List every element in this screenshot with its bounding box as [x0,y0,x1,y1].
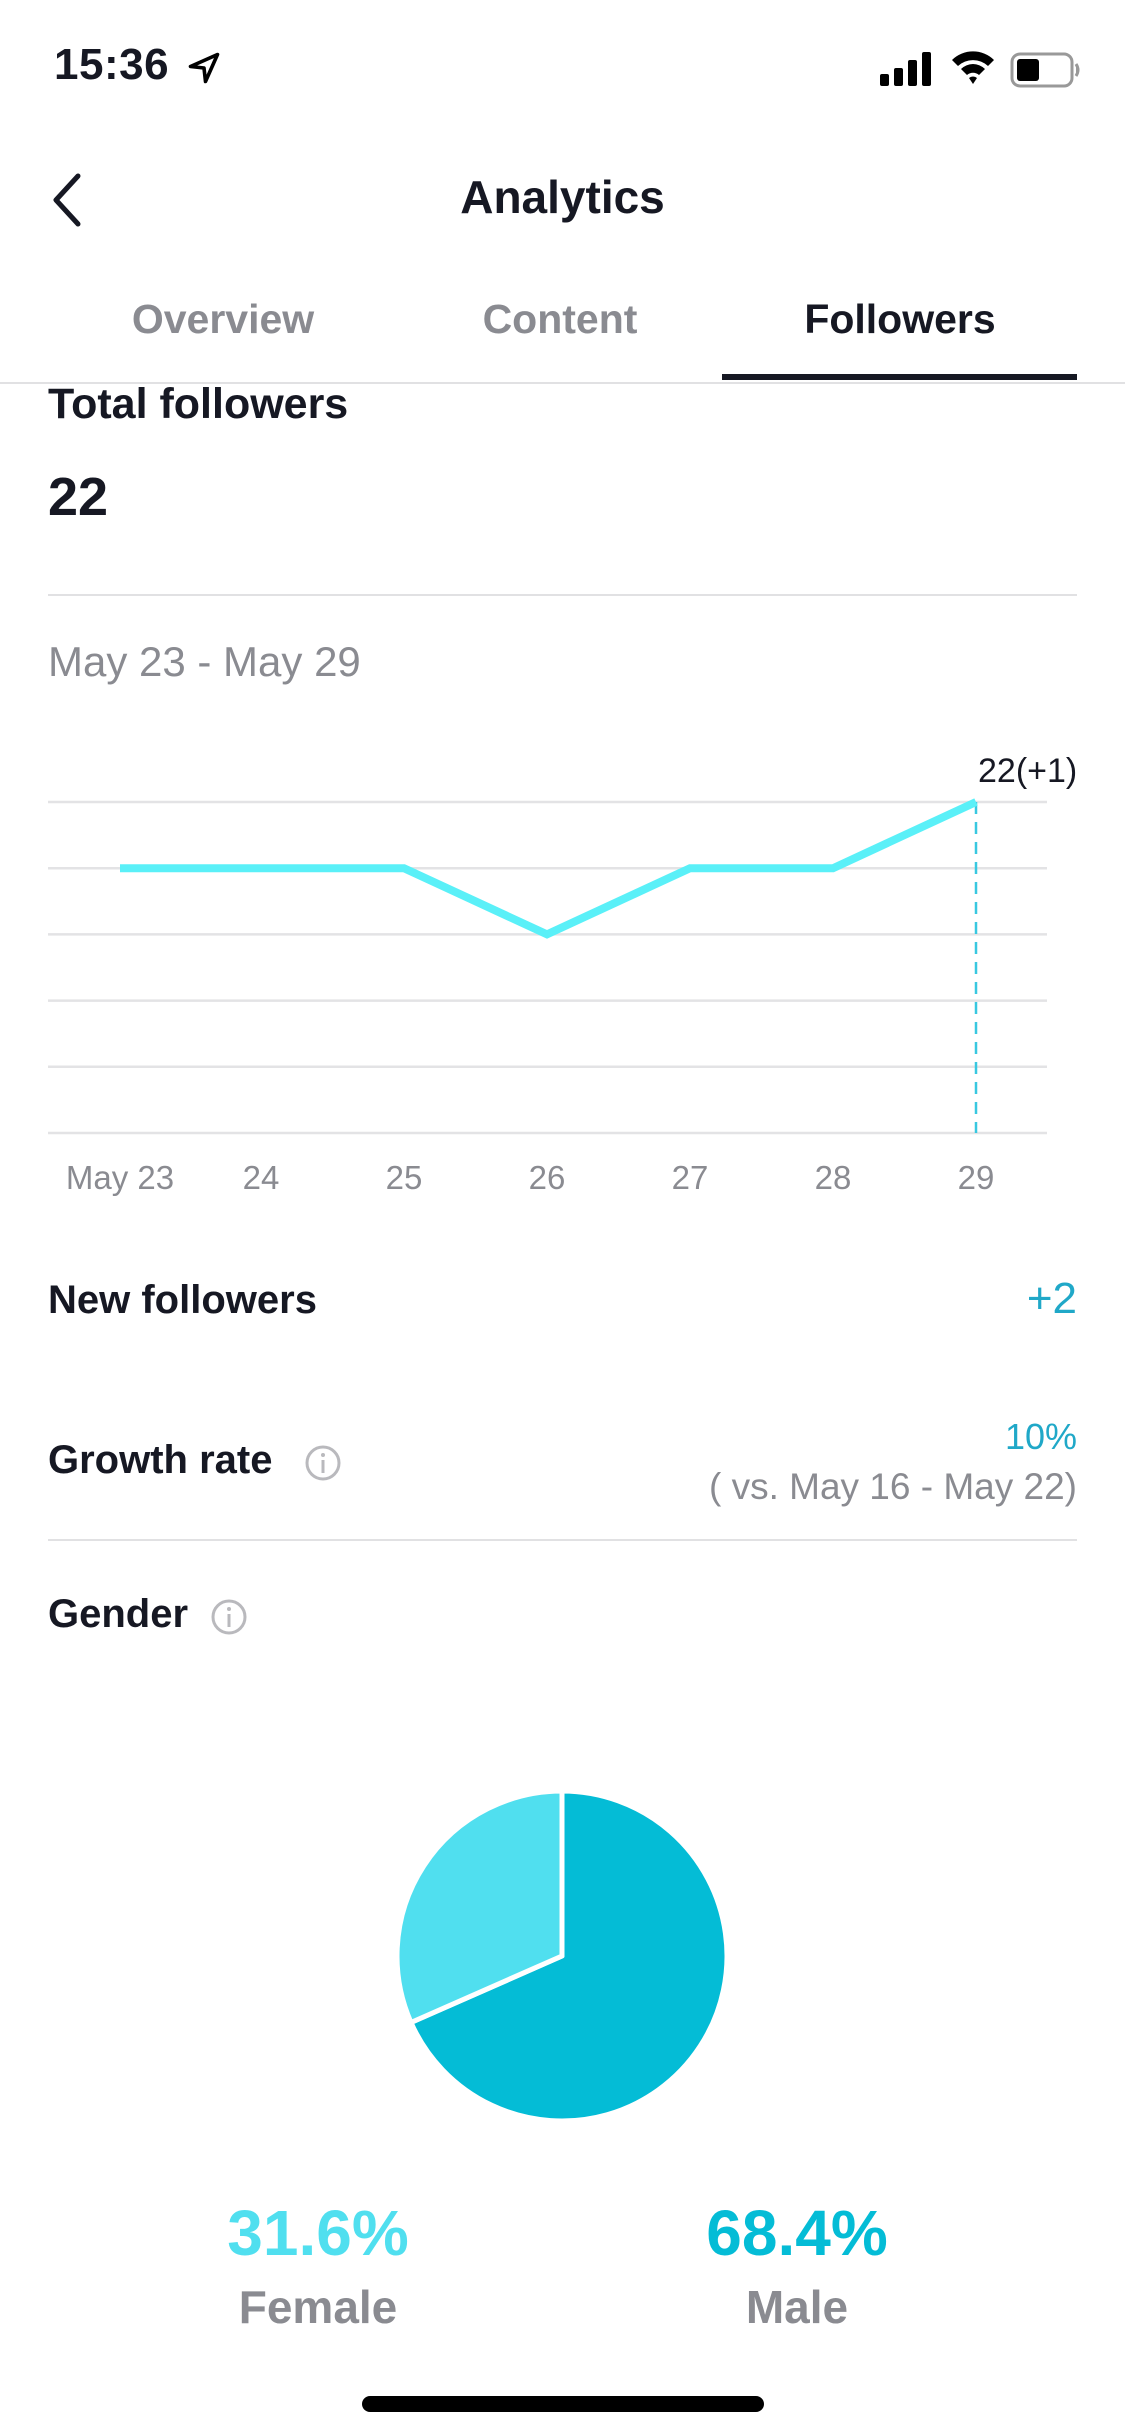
status-time: 15:36 [54,40,170,89]
section-divider [48,594,1077,596]
followers-line-chart: 22(+1) May 23 24 25 26 27 28 29 [48,752,1077,1196]
active-tab-indicator [722,374,1077,380]
gender-label: Gender [48,1592,189,1636]
female-label: Female [238,2281,398,2333]
battery-icon [1010,52,1080,88]
male-percentage: 68.4% [706,2197,888,2269]
page-title: Analytics [460,171,665,223]
x-tick-label: 24 [243,1159,280,1196]
total-followers-value: 22 [48,467,109,527]
x-tick-label: May 23 [66,1159,174,1196]
growth-rate-comparison: ( vs. May 16 - May 22) [708,1466,1077,1507]
gender-pie-chart [394,1788,730,2124]
tab-content[interactable]: Content [395,296,725,343]
female-percentage: 31.6% [227,2197,409,2269]
x-tick-label: 28 [815,1159,852,1196]
tab-overview[interactable]: Overview [58,296,388,343]
growth-rate-label: Growth rate [48,1438,273,1482]
new-followers-label: New followers [48,1278,317,1322]
location-arrow-icon [188,52,220,84]
x-tick-label: 29 [958,1159,995,1196]
x-tick-label: 25 [386,1159,423,1196]
total-followers-label: Total followers [48,380,349,428]
x-tick-label: 26 [529,1159,566,1196]
highlight-label: 22(+1) [978,752,1077,790]
date-range: May 23 - May 29 [48,638,361,685]
wifi-icon [952,51,994,84]
growth-rate-info-icon[interactable] [304,1444,342,1482]
male-label: Male [745,2281,849,2333]
gender-info-icon[interactable] [210,1598,248,1636]
growth-rate-value: 10% [1004,1416,1077,1457]
cellular-signal-icon [880,52,931,86]
x-tick-label: 27 [672,1159,709,1196]
tab-followers[interactable]: Followers [735,296,1065,343]
section-divider [48,1539,1077,1541]
home-indicator[interactable] [362,2396,764,2412]
new-followers-value: +2 [1026,1274,1077,1323]
